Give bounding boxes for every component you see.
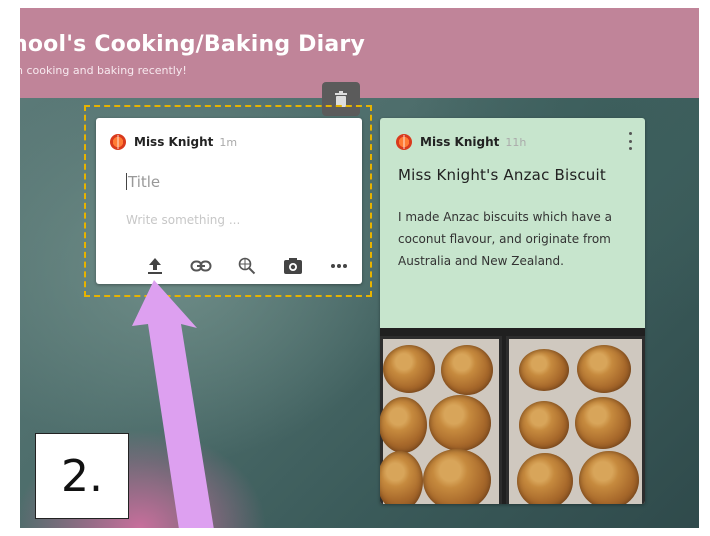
- step-number: 2.: [61, 450, 103, 502]
- step-label: 2.: [35, 433, 129, 519]
